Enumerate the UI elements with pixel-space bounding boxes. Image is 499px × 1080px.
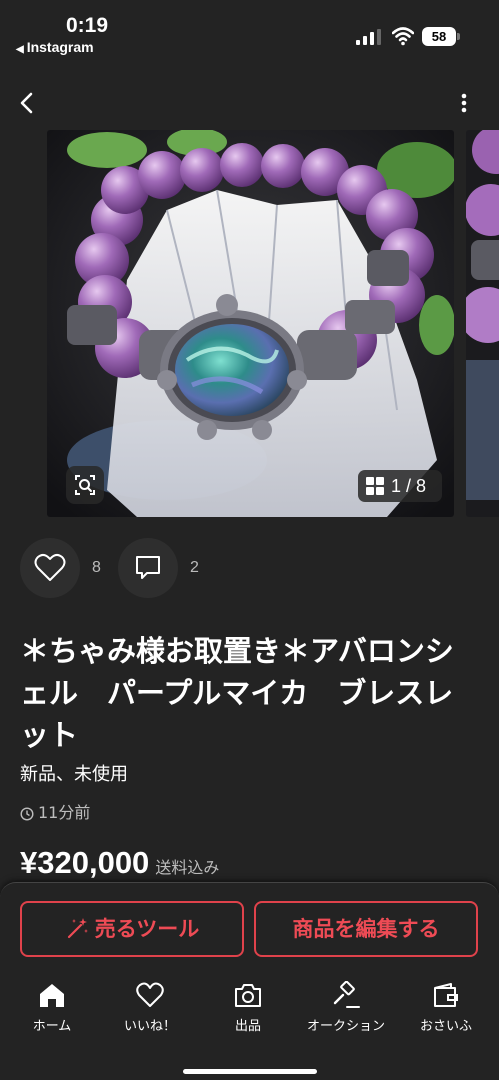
- clock: 0:19: [66, 14, 109, 37]
- back-triangle-icon: ◀: [16, 44, 24, 55]
- photo-counter-button[interactable]: 1 / 8: [358, 470, 442, 502]
- photo-counter-text: 1 / 8: [391, 476, 427, 496]
- posted-time: 11分前: [20, 799, 90, 823]
- back-arrow-icon[interactable]: [14, 88, 40, 118]
- product-photo[interactable]: [47, 130, 454, 517]
- bottom-tab-bar: ホーム いいね！ 出品 オークション おさいふ: [0, 981, 499, 1041]
- posted-time-text: 11分前: [38, 803, 91, 822]
- comment-count: 2: [190, 559, 199, 576]
- tab-sell-label: 出品: [234, 1019, 261, 1034]
- wifi-icon: [392, 27, 414, 46]
- heart-icon: [136, 982, 164, 1007]
- price-row: ¥320,000 送料込み: [20, 845, 219, 881]
- sell-tools-label: 売るツール: [94, 917, 200, 941]
- status-bar: 0:19 ◀ Instagram 58: [0, 0, 499, 62]
- clock-icon: [20, 807, 34, 821]
- edit-item-label: 商品を編集する: [292, 917, 440, 941]
- tab-wallet[interactable]: おさいふ: [396, 981, 496, 1041]
- item-condition: 新品、未使用: [20, 764, 128, 785]
- sell-tools-button[interactable]: 売るツール: [20, 901, 244, 957]
- lens-scan-icon: [75, 475, 95, 495]
- wallet-icon: [434, 983, 458, 1007]
- bottom-panel: 売るツール 商品を編集する ホーム いいね！ 出品 オークション おさいふ: [0, 882, 499, 1080]
- battery-indicator: 58: [422, 27, 456, 46]
- tab-auction-label: オークション: [306, 1019, 385, 1034]
- tab-home-label: ホーム: [32, 1019, 72, 1034]
- heart-outline-icon: [34, 553, 66, 581]
- edit-item-button[interactable]: 商品を編集する: [254, 901, 478, 957]
- back-app-label: Instagram: [26, 39, 94, 55]
- gavel-icon: [333, 981, 360, 1008]
- like-button[interactable]: [20, 538, 80, 598]
- comment-button[interactable]: [118, 538, 178, 598]
- bracelet-photo-image: [47, 130, 454, 517]
- item-price: ¥320,000: [20, 845, 150, 880]
- camera-icon: [235, 984, 261, 1007]
- photo-gallery[interactable]: 1 / 8: [0, 130, 499, 517]
- tab-auction[interactable]: オークション: [296, 981, 396, 1041]
- comment-bubble-icon: [136, 556, 160, 579]
- next-photo-peek[interactable]: [466, 130, 499, 517]
- home-indicator: [183, 1069, 317, 1074]
- cellular-signal-icon: [356, 29, 381, 45]
- battery-tip: [457, 33, 460, 40]
- tab-wallet-label: おさいふ: [419, 1019, 472, 1034]
- shipping-note: 送料込み: [155, 858, 220, 877]
- tab-home[interactable]: ホーム: [2, 981, 102, 1041]
- grid-icon: [366, 477, 384, 495]
- more-options-icon[interactable]: [456, 91, 472, 117]
- item-title: ＊ちゃみ様お取置き＊アバロンシェル パープルマイカ ブレスレット: [20, 634, 454, 752]
- tab-likes-label: いいね！: [123, 1019, 176, 1034]
- back-to-app-link[interactable]: ◀ Instagram: [16, 39, 94, 55]
- like-count: 8: [92, 559, 101, 576]
- tab-sell[interactable]: 出品: [198, 981, 298, 1041]
- image-search-button[interactable]: [66, 466, 104, 504]
- next-photo-image: [466, 130, 499, 517]
- magic-wand-icon: [67, 918, 88, 939]
- home-icon: [40, 984, 64, 1007]
- tab-likes[interactable]: いいね！: [100, 981, 200, 1041]
